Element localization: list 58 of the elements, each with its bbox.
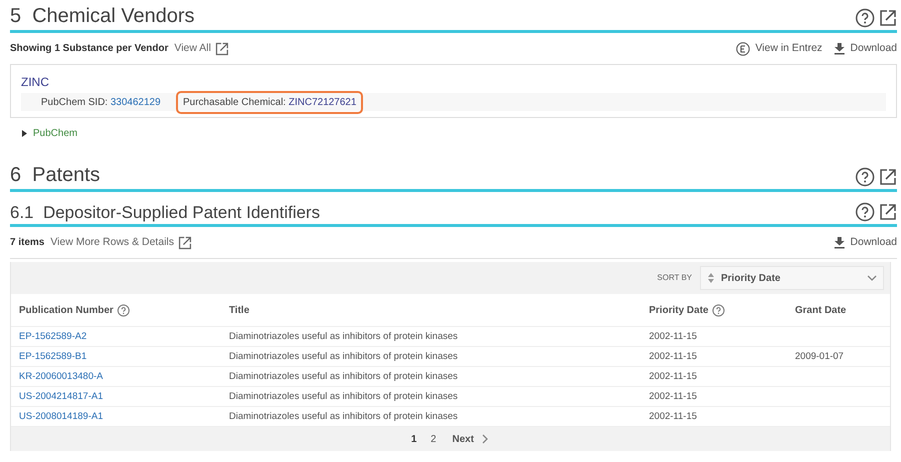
vendor-name[interactable]: ZINC [21,73,886,91]
download-button[interactable]: Download [834,40,897,56]
table-cell: Diaminotriazoles useful as inhibitors of protein kinases [229,350,458,362]
section-heading: 5 Chemical Vendors [10,4,195,29]
chemical-link[interactable]: ZINC72127621 [288,96,356,108]
sid-link[interactable]: 330462129 [110,96,161,108]
download-icon [834,42,846,54]
caret-icon [22,130,27,137]
publication-link[interactable]: US-2004214817-A1 [19,390,103,402]
table-cell: Diaminotriazoles useful as inhibitors of protein kinases [229,390,458,402]
help-icon[interactable] [855,167,875,187]
table-cell: Diaminotriazoles useful as inhibitors of protein kinases [229,370,458,382]
external-link-icon [178,236,192,250]
publication-link[interactable]: US-2008014189-A1 [19,410,103,422]
next-button[interactable]: Next [452,432,490,447]
table-cell: 2002-11-15 [649,410,697,422]
item-summary: 7 items [10,236,44,250]
download-icon [834,236,846,249]
table-cell: 2009-01-07 [795,350,844,362]
help-icon[interactable] [855,202,875,222]
view-link[interactable]: View All [174,40,229,56]
table-cell: Diaminotriazoles useful as inhibitors of protein kinases [229,330,458,342]
download-button[interactable]: Download [834,234,897,251]
column-header[interactable]: Publication Number [19,302,114,318]
column-header[interactable]: Priority Date [649,302,708,318]
entrez-icon [736,42,750,56]
purchasable-chemical: Purchasable Chemical: ZINC72127621 [176,90,364,114]
item-summary: Showing 1 Substance per Vendor [10,42,168,56]
help-icon[interactable] [855,8,875,28]
view-link[interactable]: View More Rows & Details [50,234,192,251]
section-heading: 6 Patents [10,163,100,188]
table-cell: 2002-11-15 [649,350,697,362]
section-heading: 6.1 Depositor-Supplied Patent Identifiers [10,202,320,224]
sort-label: SORT BY [657,272,692,284]
help-icon[interactable] [712,304,726,317]
external-link-icon[interactable] [879,203,897,222]
table-cell: Diaminotriazoles useful as inhibitors of protein kinases [229,410,458,422]
substance-id: PubChem SID: 330462129 [41,96,162,110]
table-cell: 2002-11-15 [649,390,697,402]
help-icon[interactable] [117,304,130,317]
table-cell: 2002-11-15 [649,330,697,342]
external-link-icon[interactable] [879,9,897,27]
column-header[interactable]: Grant Date [795,302,846,318]
publication-link[interactable]: EP-1562589-B1 [19,350,87,362]
column-header[interactable]: Title [229,302,250,318]
sort-icon [707,272,715,284]
sort-dropdown[interactable]: Priority Date [700,266,884,290]
chevron-down-icon [867,275,877,282]
external-link-icon[interactable] [879,168,897,186]
page-link[interactable]: 1 [411,432,417,447]
chevron-right-icon [482,434,488,444]
publication-link[interactable]: EP-1562589-A2 [19,330,87,342]
external-link-icon [214,42,229,56]
table-cell: 2002-11-15 [649,370,697,382]
entrez-button[interactable]: View in Entrez [736,40,822,56]
publication-link[interactable]: KR-20060013480-A [19,370,103,382]
page-link[interactable]: 2 [430,432,436,447]
source-toggle[interactable]: PubChem [22,126,78,141]
